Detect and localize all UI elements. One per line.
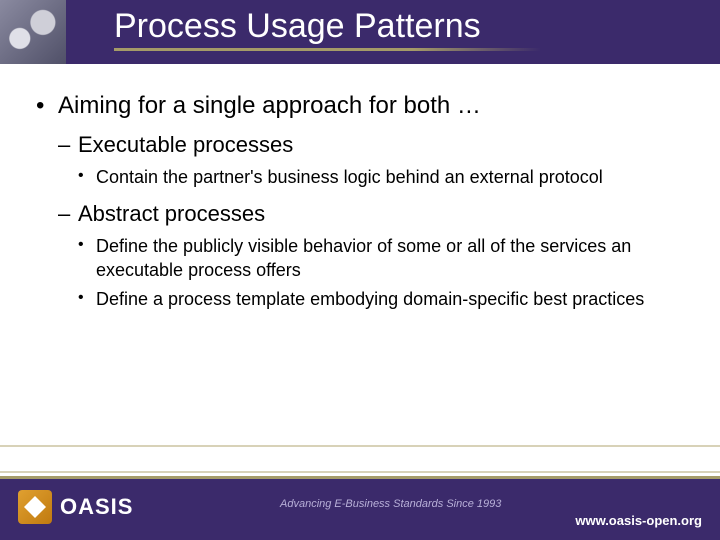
oasis-logo-icon [18,490,52,524]
bullet-level2: Abstract processes Define the publicly v… [58,199,684,311]
footer-tagline: Advancing E-Business Standards Since 199… [280,498,501,510]
bullet-text: Executable processes [78,132,293,157]
oasis-logo: OASIS [18,490,133,524]
bullet-level1: Aiming for a single approach for both … … [36,90,684,311]
bullet-level3: Define a process template embodying doma… [78,288,684,311]
bullet-text: Aiming for a single approach for both … [58,92,481,119]
bullet-text: Define a process template embodying doma… [96,289,644,309]
decorative-corner-image [0,0,66,64]
header-band: Process Usage Patterns [0,0,720,64]
oasis-logo-text: OASIS [60,494,133,520]
slide-body: Aiming for a single approach for both … … [0,64,720,311]
bullet-level2: Executable processes Contain the partner… [58,130,684,189]
bullet-level3: Define the publicly visible behavior of … [78,235,684,282]
footer-url: www.oasis-open.org [575,513,702,528]
slide-title: Process Usage Patterns [66,0,481,45]
bullet-text: Contain the partner's business logic beh… [96,167,603,187]
bullet-level3: Contain the partner's business logic beh… [78,166,684,189]
bullet-text: Abstract processes [78,201,265,226]
footer-band: OASIS Advancing E-Business Standards Sin… [0,476,720,540]
bullet-text: Define the publicly visible behavior of … [96,236,631,279]
footer-divider-strip [0,445,720,473]
